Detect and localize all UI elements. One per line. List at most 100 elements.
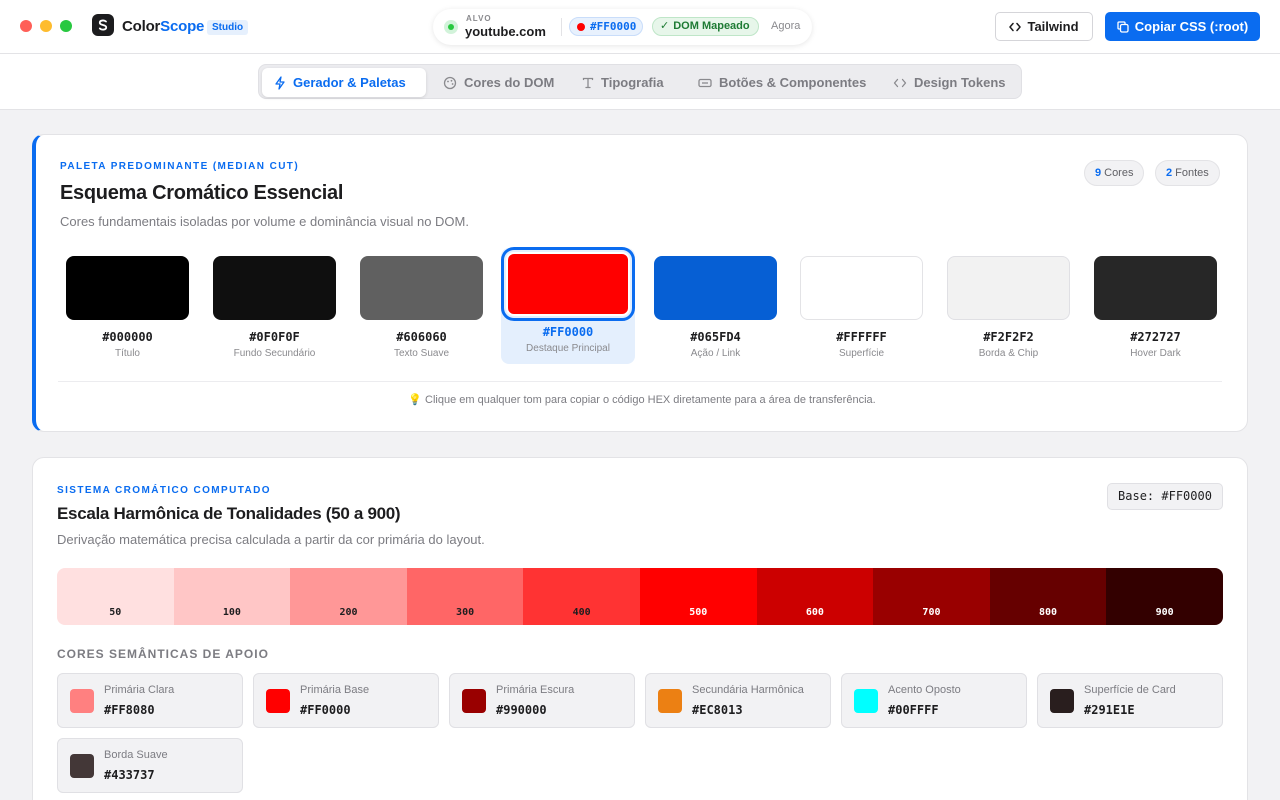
semantic-hex: #EC8013 bbox=[692, 703, 743, 717]
scale-step[interactable]: 500 bbox=[639, 568, 757, 625]
scale-step[interactable]: 50 bbox=[57, 568, 174, 625]
swatch-name: Superfície bbox=[838, 348, 885, 359]
swatch-hex: #000000 bbox=[102, 330, 153, 344]
semantic-swatch bbox=[462, 689, 486, 713]
colors-count-badge: 9 Cores bbox=[1084, 160, 1145, 186]
tab-design-tokens[interactable]: Design Tokens bbox=[881, 68, 1018, 97]
swatch-name: Texto Suave bbox=[393, 348, 450, 359]
semantic-swatch bbox=[1050, 689, 1074, 713]
semantic-color-card[interactable]: Borda Suave #433737 bbox=[57, 738, 243, 793]
app-brand: ColorScope bbox=[122, 18, 205, 35]
minimize-window-button[interactable] bbox=[40, 20, 52, 32]
swatch-hex: #272727 bbox=[1130, 330, 1181, 344]
palette-swatch[interactable]: #F2F2F2 Borda & Chip bbox=[947, 256, 1070, 359]
scale-step[interactable]: 600 bbox=[756, 568, 874, 625]
swatch-name: Hover Dark bbox=[1130, 348, 1181, 359]
title-bar: ColorScope Studio ALVO youtube.com #FF00… bbox=[0, 0, 1280, 54]
swatch-color[interactable] bbox=[947, 256, 1070, 320]
swatch-hex: #065FD4 bbox=[690, 330, 741, 344]
swatch-color[interactable] bbox=[654, 256, 777, 320]
scale-subtitle: Derivação matemática precisa calculada a… bbox=[57, 532, 485, 547]
connected-status-icon bbox=[444, 20, 458, 34]
check-icon: ✓ bbox=[660, 20, 670, 32]
fonts-count-badge: 2 Fontes bbox=[1155, 160, 1220, 186]
semantic-name: Acento Oposto bbox=[888, 684, 961, 696]
palette-subtitle: Cores fundamentais isoladas por volume e… bbox=[60, 214, 469, 229]
scale-step[interactable]: 900 bbox=[1106, 568, 1223, 625]
dom-status-badge: ✓ DOM Mapeado bbox=[652, 17, 759, 36]
palette-swatch[interactable]: #000000 Título bbox=[66, 256, 189, 359]
base-color-badge: Base: #FF0000 bbox=[1107, 483, 1223, 510]
scale-step[interactable]: 400 bbox=[523, 568, 640, 625]
copy-icon bbox=[1117, 20, 1129, 33]
maximize-window-button[interactable] bbox=[60, 20, 72, 32]
scale-eyebrow: SISTEMA CROMÁTICO COMPUTADO bbox=[57, 485, 271, 496]
copy-css-button[interactable]: Copiar CSS (:root) bbox=[1105, 12, 1260, 41]
scale-step[interactable]: 100 bbox=[173, 568, 291, 625]
semantic-swatch bbox=[854, 689, 878, 713]
swatch-hex: #606060 bbox=[396, 330, 447, 344]
semantic-swatch bbox=[70, 689, 94, 713]
palette-swatch[interactable]: #FFFFFF Superfície bbox=[800, 256, 923, 359]
palette-swatch[interactable]: #065FD4 Ação / Link bbox=[654, 256, 777, 359]
semantic-color-card[interactable]: Secundária Harmônica #EC8013 bbox=[645, 673, 831, 728]
swatch-hex: #FFFFFF bbox=[836, 330, 887, 344]
tab-generator[interactable]: Gerador & Paletas bbox=[262, 68, 426, 97]
semantic-name: Primária Base bbox=[300, 684, 370, 696]
scale-step[interactable]: 300 bbox=[406, 568, 524, 625]
scale-step[interactable]: 700 bbox=[873, 568, 990, 625]
swatch-hex: #0F0F0F bbox=[249, 330, 300, 344]
close-window-button[interactable] bbox=[20, 20, 32, 32]
semantic-color-card[interactable]: Acento Oposto #00FFFF bbox=[841, 673, 1027, 728]
palette-swatch[interactable]: #0F0F0F Fundo Secundário bbox=[213, 256, 336, 359]
swatch-hex: #FF0000 bbox=[542, 325, 594, 339]
semantic-colors-heading: CORES SEMÂNTICAS DE APOIO bbox=[57, 647, 269, 661]
tailwind-button[interactable]: Tailwind bbox=[995, 12, 1093, 41]
semantic-name: Primária Clara bbox=[104, 684, 175, 696]
swatch-name: Destaque Principal bbox=[526, 343, 610, 354]
palette-swatch-selected[interactable]: #FF0000 Destaque Principal bbox=[501, 247, 635, 364]
divider bbox=[58, 381, 1222, 382]
swatch-color[interactable] bbox=[1094, 256, 1217, 320]
swatch-color[interactable] bbox=[360, 256, 483, 320]
semantic-hex: #FF8080 bbox=[104, 703, 155, 717]
semantic-name: Secundária Harmônica bbox=[692, 684, 804, 696]
semantic-color-card[interactable]: Primária Clara #FF8080 bbox=[57, 673, 243, 728]
semantic-color-card[interactable]: Primária Escura #990000 bbox=[449, 673, 635, 728]
swatch-name: Borda & Chip bbox=[978, 348, 1039, 359]
swatch-color[interactable] bbox=[66, 256, 189, 320]
code-icon bbox=[893, 78, 907, 87]
primary-color-chip[interactable]: #FF0000 bbox=[569, 17, 644, 36]
semantic-hex: #00FFFF bbox=[888, 703, 939, 717]
semantic-name: Primária Escura bbox=[496, 684, 575, 696]
palette-swatch[interactable]: #272727 Hover Dark bbox=[1094, 256, 1217, 359]
code-icon bbox=[1009, 22, 1022, 31]
palette-swatch[interactable]: #606060 Texto Suave bbox=[360, 256, 483, 359]
swatch-color[interactable] bbox=[213, 256, 336, 320]
tab-buttons-components[interactable]: Botões & Componentes bbox=[686, 68, 878, 97]
swatch-color[interactable] bbox=[501, 247, 635, 321]
semantic-color-card[interactable]: Superfície de Card #291E1E bbox=[1037, 673, 1223, 728]
target-label: ALVO bbox=[466, 14, 492, 23]
swatch-hex: #F2F2F2 bbox=[983, 330, 1034, 344]
semantic-color-card[interactable]: Primária Base #FF0000 bbox=[253, 673, 439, 728]
tonal-scale: 50 100 200 300 400 500 600 700 800 900 bbox=[57, 568, 1223, 625]
bolt-icon bbox=[275, 75, 285, 90]
palette-icon bbox=[443, 76, 457, 89]
scale-card: SISTEMA CROMÁTICO COMPUTADO Escala Harmô… bbox=[32, 457, 1248, 800]
scale-step[interactable]: 800 bbox=[989, 568, 1107, 625]
swatch-color[interactable] bbox=[800, 256, 923, 320]
studio-badge: Studio bbox=[207, 20, 249, 35]
swatch-name: Título bbox=[114, 348, 140, 359]
semantic-hex: #FF0000 bbox=[300, 703, 351, 717]
tab-dom-colors[interactable]: Cores do DOM bbox=[431, 68, 566, 97]
tab-typography[interactable]: Tipografia bbox=[570, 68, 676, 97]
semantic-name: Borda Suave bbox=[104, 749, 168, 761]
scale-step[interactable]: 200 bbox=[290, 568, 407, 625]
semantic-hex: #433737 bbox=[104, 768, 155, 782]
last-updated-label: Agora bbox=[771, 20, 801, 32]
swatch-name: Ação / Link bbox=[690, 348, 741, 359]
palette-card: PALETA PREDOMINANTE (MEDIAN CUT) Esquema… bbox=[32, 134, 1248, 432]
tab-bar: Gerador & Paletas Cores do DOM Tipografi… bbox=[0, 54, 1280, 110]
app-logo-icon bbox=[92, 14, 114, 36]
